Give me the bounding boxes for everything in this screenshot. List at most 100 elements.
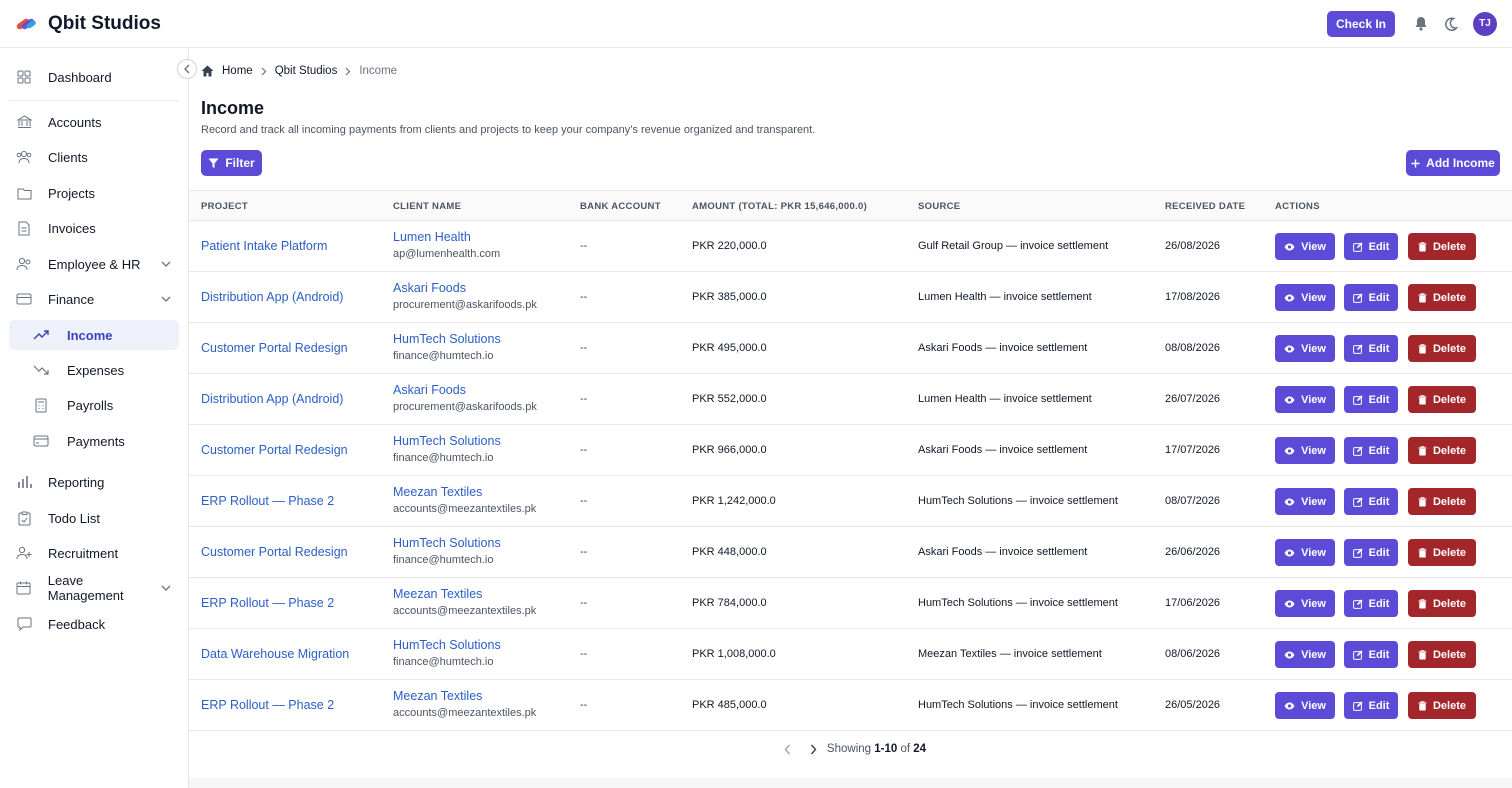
column-header-source[interactable]: SOURCE bbox=[918, 201, 960, 212]
card-icon bbox=[16, 291, 32, 307]
edit-button[interactable]: Edit bbox=[1344, 386, 1398, 413]
sidebar-item-reporting[interactable]: Reporting bbox=[9, 467, 179, 497]
sidebar-item-accounts[interactable]: Accounts bbox=[9, 107, 179, 137]
chevron-right-icon[interactable] bbox=[807, 742, 821, 756]
bell-icon[interactable] bbox=[1413, 16, 1429, 32]
sidebar-collapse-button[interactable] bbox=[177, 59, 197, 79]
client-link[interactable]: HumTech Solutions bbox=[393, 434, 501, 448]
view-button[interactable]: View bbox=[1275, 233, 1335, 260]
delete-button[interactable]: Delete bbox=[1408, 692, 1476, 719]
sidebar-item-todo-list[interactable]: Todo List bbox=[9, 503, 179, 533]
client-link[interactable]: HumTech Solutions bbox=[393, 332, 501, 346]
column-header-client[interactable]: CLIENT NAME bbox=[393, 201, 461, 212]
edit-button[interactable]: Edit bbox=[1344, 335, 1398, 362]
view-button[interactable]: View bbox=[1275, 437, 1335, 464]
project-link[interactable]: ERP Rollout — Phase 2 bbox=[201, 698, 334, 712]
sidebar-item-payments[interactable]: Payments bbox=[9, 426, 179, 456]
pagination-prefix: Showing bbox=[826, 743, 872, 755]
edit-button[interactable]: Edit bbox=[1344, 488, 1398, 515]
view-button[interactable]: View bbox=[1275, 641, 1335, 668]
project-link[interactable]: ERP Rollout — Phase 2 bbox=[201, 596, 334, 610]
sidebar-item-income[interactable]: Income bbox=[9, 320, 179, 350]
project-link[interactable]: Customer Portal Redesign bbox=[201, 341, 348, 355]
delete-button[interactable]: Delete bbox=[1408, 335, 1476, 362]
project-link[interactable]: Distribution App (Android) bbox=[201, 290, 343, 304]
project-link[interactable]: Customer Portal Redesign bbox=[201, 443, 348, 457]
view-button[interactable]: View bbox=[1275, 539, 1335, 566]
column-header-date[interactable]: RECEIVED DATE bbox=[1165, 201, 1245, 212]
breadcrumb-home[interactable]: Home bbox=[222, 65, 253, 77]
sidebar-item-projects[interactable]: Projects bbox=[9, 178, 179, 208]
delete-button[interactable]: Delete bbox=[1408, 590, 1476, 617]
sidebar-item-invoices[interactable]: Invoices bbox=[9, 213, 179, 243]
trending-up-icon bbox=[33, 327, 49, 343]
eye-icon bbox=[1284, 600, 1295, 608]
project-link[interactable]: ERP Rollout — Phase 2 bbox=[201, 494, 334, 508]
sidebar-item-recruitment[interactable]: Recruitment bbox=[9, 538, 179, 568]
table-row: Customer Portal Redesign HumTech Solution… bbox=[189, 527, 1512, 578]
delete-button[interactable]: Delete bbox=[1408, 539, 1476, 566]
client-link[interactable]: Askari Foods bbox=[393, 281, 466, 295]
view-button[interactable]: View bbox=[1275, 386, 1335, 413]
client-link[interactable]: Askari Foods bbox=[393, 383, 466, 397]
sidebar-item-clients[interactable]: Clients bbox=[9, 142, 179, 172]
view-button[interactable]: View bbox=[1275, 590, 1335, 617]
project-link[interactable]: Data Warehouse Migration bbox=[201, 647, 349, 661]
edit-button[interactable]: Edit bbox=[1344, 437, 1398, 464]
sidebar-item-leave-management[interactable]: Leave Management bbox=[9, 573, 179, 603]
client-link[interactable]: Lumen Health bbox=[393, 230, 471, 244]
client-link[interactable]: HumTech Solutions bbox=[393, 536, 501, 550]
sidebar-item-label: Clients bbox=[48, 149, 88, 165]
delete-button[interactable]: Delete bbox=[1408, 386, 1476, 413]
column-header-actions: ACTIONS bbox=[1275, 201, 1320, 212]
column-header-project[interactable]: PROJECT bbox=[201, 201, 248, 212]
moon-icon[interactable] bbox=[1443, 16, 1459, 32]
column-header-bank[interactable]: BANK ACCOUNT bbox=[580, 201, 661, 212]
edit-button[interactable]: Edit bbox=[1344, 233, 1398, 260]
view-button[interactable]: View bbox=[1275, 488, 1335, 515]
trash-icon bbox=[1418, 394, 1427, 405]
view-button[interactable]: View bbox=[1275, 284, 1335, 311]
client-email: finance@humtech.io bbox=[393, 554, 494, 566]
view-button[interactable]: View bbox=[1275, 335, 1335, 362]
edit-button[interactable]: Edit bbox=[1344, 641, 1398, 668]
delete-button[interactable]: Delete bbox=[1408, 284, 1476, 311]
sidebar-item-payrolls[interactable]: Payrolls bbox=[9, 390, 179, 420]
project-link[interactable]: Patient Intake Platform bbox=[201, 239, 327, 253]
edit-button[interactable]: Edit bbox=[1344, 692, 1398, 719]
delete-button[interactable]: Delete bbox=[1408, 488, 1476, 515]
client-link[interactable]: HumTech Solutions bbox=[393, 638, 501, 652]
sidebar-item-employee-hr[interactable]: Employee & HR bbox=[9, 249, 179, 279]
amount: PKR 966,000.0 bbox=[692, 444, 767, 456]
received-date: 17/07/2026 bbox=[1165, 444, 1221, 456]
sidebar-item-expenses[interactable]: Expenses bbox=[9, 355, 179, 385]
delete-button[interactable]: Delete bbox=[1408, 641, 1476, 668]
brand[interactable]: Qbit Studios bbox=[16, 13, 161, 35]
sidebar-item-feedback[interactable]: Feedback bbox=[9, 609, 179, 639]
edit-button[interactable]: Edit bbox=[1344, 284, 1398, 311]
breadcrumb-org[interactable]: Qbit Studios bbox=[275, 65, 338, 77]
chevron-right-icon bbox=[345, 67, 351, 76]
sidebar-item-dashboard[interactable]: Dashboard bbox=[9, 62, 179, 92]
client-link[interactable]: Meezan Textiles bbox=[393, 587, 482, 601]
edit-label: Edit bbox=[1368, 240, 1390, 253]
avatar[interactable]: TJ bbox=[1473, 11, 1497, 36]
filter-button[interactable]: Filter bbox=[201, 150, 262, 176]
bank-account: -- bbox=[580, 597, 588, 609]
view-button[interactable]: View bbox=[1275, 692, 1335, 719]
add-income-button[interactable]: Add Income bbox=[1406, 150, 1500, 176]
chevron-down-icon bbox=[161, 294, 171, 304]
edit-button[interactable]: Edit bbox=[1344, 539, 1398, 566]
project-link[interactable]: Customer Portal Redesign bbox=[201, 545, 348, 559]
delete-button[interactable]: Delete bbox=[1408, 437, 1476, 464]
delete-button[interactable]: Delete bbox=[1408, 233, 1476, 260]
client-link[interactable]: Meezan Textiles bbox=[393, 689, 482, 703]
home-icon[interactable] bbox=[201, 65, 214, 77]
client-link[interactable]: Meezan Textiles bbox=[393, 485, 482, 499]
edit-button[interactable]: Edit bbox=[1344, 590, 1398, 617]
check-in-button[interactable]: Check In bbox=[1326, 10, 1395, 37]
project-link[interactable]: Distribution App (Android) bbox=[201, 392, 343, 406]
column-header-amount[interactable]: AMOUNT (TOTAL: PKR 15,646,000.0) bbox=[692, 201, 867, 212]
sidebar-item-finance[interactable]: Finance bbox=[9, 284, 179, 314]
chevron-left-icon[interactable] bbox=[781, 742, 795, 756]
